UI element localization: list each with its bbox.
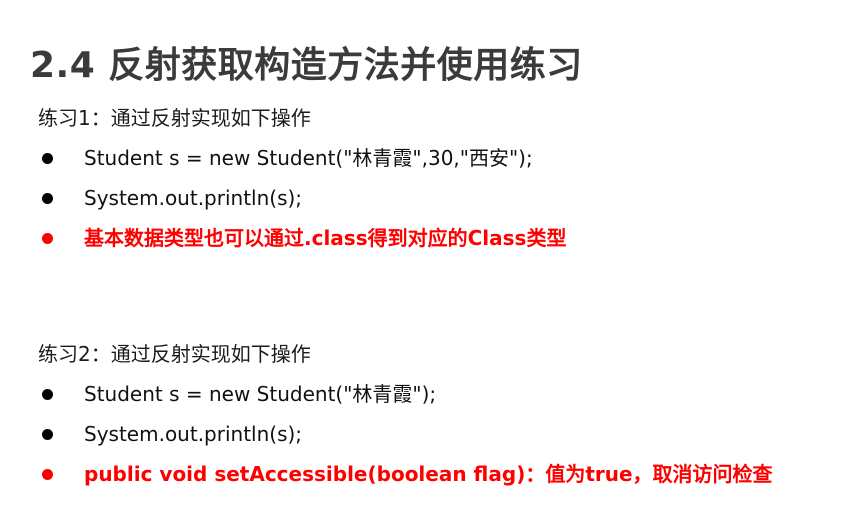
- bullet-item: System.out.println(s);: [38, 184, 828, 224]
- bullet-item-highlight: 基本数据类型也可以通过.class得到对应的Class类型: [38, 224, 828, 264]
- exercise-2-heading: 练习2：通过反射实现如下操作: [38, 342, 311, 366]
- bullet-item: Student s = new Student("林青霞",30,"西安");: [38, 144, 828, 184]
- exercise-2-section: 练习2：通过反射实现如下操作 Student s = new Student("…: [38, 340, 828, 500]
- bullet-text: System.out.println(s);: [84, 422, 303, 446]
- slide-title: 2.4 反射获取构造方法并使用练习: [30, 45, 583, 86]
- exercise-1-heading: 练习1：通过反射实现如下操作: [38, 106, 311, 130]
- bullet-dot-icon: [42, 429, 53, 440]
- bullet-dot-icon: [42, 193, 53, 204]
- bullet-item: Student s = new Student("林青霞");: [38, 380, 828, 420]
- bullet-dot-icon: [42, 233, 53, 244]
- bullet-dot-icon: [42, 389, 53, 400]
- bullet-dot-icon: [42, 469, 53, 480]
- exercise-2-bullet-list: Student s = new Student("林青霞"); System.o…: [38, 380, 828, 500]
- slide: 2.4 反射获取构造方法并使用练习 练习1：通过反射实现如下操作 Student…: [0, 0, 849, 506]
- bullet-dot-icon: [42, 153, 53, 164]
- bullet-text: System.out.println(s);: [84, 186, 303, 210]
- bullet-text-highlight: 基本数据类型也可以通过.class得到对应的Class类型: [84, 226, 567, 250]
- bullet-text: Student s = new Student("林青霞");: [84, 382, 437, 406]
- exercise-1-section: 练习1：通过反射实现如下操作 Student s = new Student("…: [38, 104, 828, 264]
- bullet-item-highlight: public void setAccessible(boolean flag)：…: [38, 460, 828, 500]
- exercise-1-bullet-list: Student s = new Student("林青霞",30,"西安"); …: [38, 144, 828, 264]
- bullet-text: Student s = new Student("林青霞",30,"西安");: [84, 146, 533, 170]
- bullet-text-highlight: public void setAccessible(boolean flag)：…: [84, 462, 773, 486]
- bullet-item: System.out.println(s);: [38, 420, 828, 460]
